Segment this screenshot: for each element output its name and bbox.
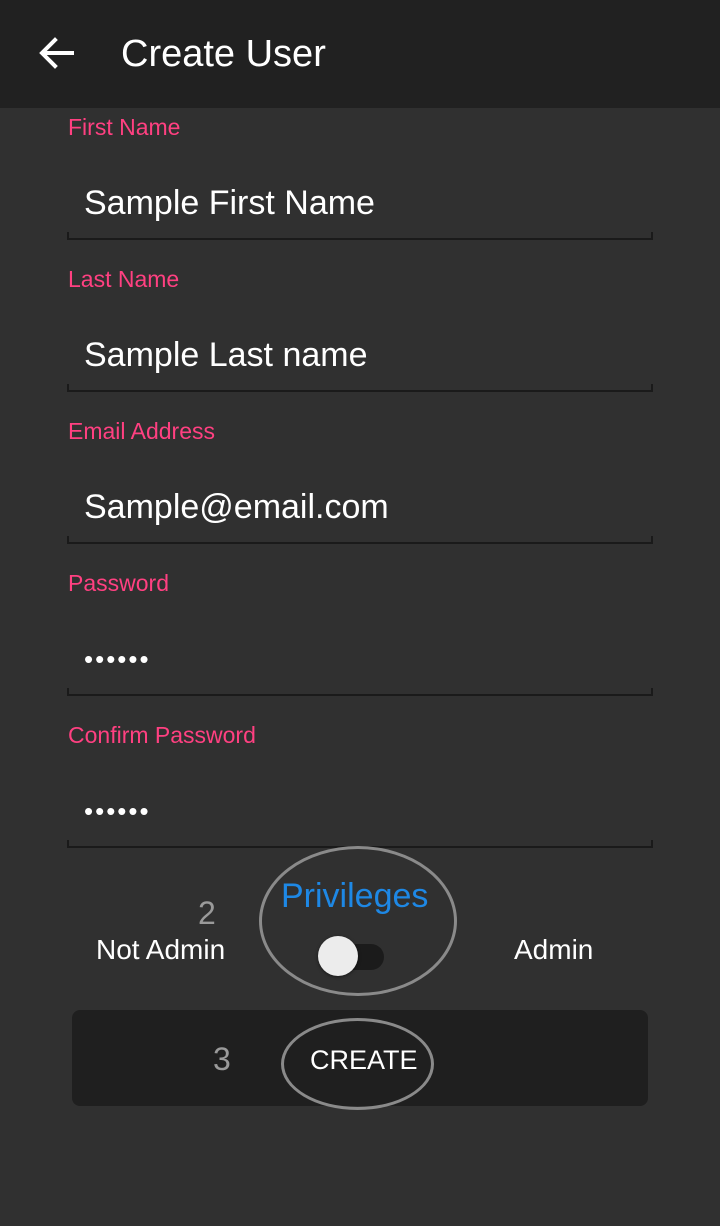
- back-button[interactable]: [36, 33, 76, 73]
- first-name-field[interactable]: [67, 166, 653, 240]
- annotation-marker-2: 2: [198, 895, 216, 931]
- email-label: Email Address: [68, 418, 216, 444]
- password-label: Password: [68, 570, 169, 596]
- app-bar: Create User: [0, 0, 720, 108]
- confirm-password-field[interactable]: [67, 774, 653, 848]
- last-name-input[interactable]: [84, 330, 634, 380]
- password-field[interactable]: [67, 622, 653, 696]
- arrow-left-icon: [39, 37, 74, 69]
- email-field[interactable]: [67, 470, 653, 544]
- confirm-password-input[interactable]: [84, 786, 634, 836]
- password-input[interactable]: [84, 634, 634, 684]
- last-name-field[interactable]: [67, 318, 653, 392]
- create-button-label: CREATE: [310, 1045, 418, 1075]
- email-input[interactable]: [84, 482, 634, 532]
- annotation-marker-3: 3: [213, 1041, 231, 1077]
- admin-label: Admin: [514, 934, 594, 965]
- page-title: Create User: [121, 33, 326, 75]
- first-name-input[interactable]: [84, 178, 634, 228]
- not-admin-label: Not Admin: [96, 934, 226, 965]
- last-name-label: Last Name: [68, 266, 180, 292]
- admin-toggle[interactable]: [316, 936, 386, 976]
- toggle-thumb: [318, 936, 358, 976]
- first-name-label: First Name: [68, 114, 181, 140]
- privileges-title: Privileges: [281, 877, 429, 915]
- confirm-password-label: Confirm Password: [68, 722, 256, 748]
